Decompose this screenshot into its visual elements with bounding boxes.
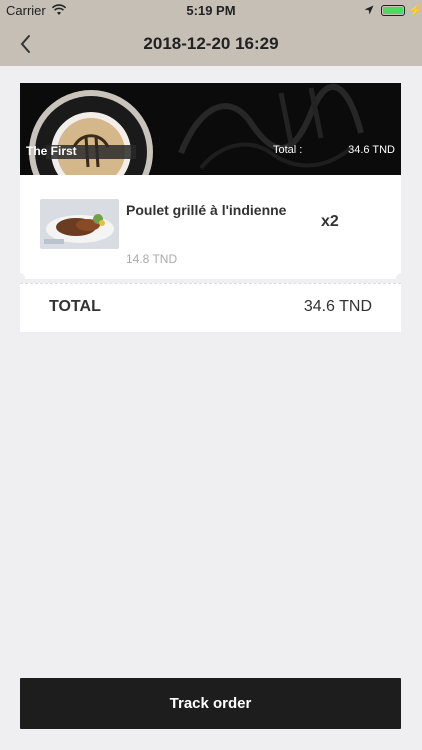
- item-price: 14.8 TND: [126, 252, 178, 266]
- battery-icon: [381, 5, 405, 16]
- ticket-notch-right: [396, 273, 406, 283]
- restaurant-logo: [29, 90, 153, 175]
- nav-bar: 2018-12-20 16:29: [0, 22, 422, 66]
- page-title: 2018-12-20 16:29: [143, 34, 279, 53]
- restaurant-name: The First: [26, 144, 77, 158]
- order-card: The First Total : 34.6 TND Poulet grillé…: [15, 83, 406, 333]
- order-total-summary: TOTAL 34.6 TND: [20, 283, 401, 332]
- item-thumbnail: [40, 199, 119, 249]
- status-time: 5:19 PM: [186, 3, 236, 18]
- charging-bolt-icon: ⚡: [408, 3, 422, 17]
- summary-total-label: TOTAL: [49, 298, 101, 315]
- banner-script-decoration: [178, 84, 364, 170]
- order-items-list: Poulet grillé à l'indienne x2 14.8 TND: [20, 175, 401, 279]
- battery-fill: [383, 7, 403, 14]
- location-arrow-icon: [364, 5, 374, 15]
- summary-total-value: 34.6 TND: [303, 298, 372, 315]
- food-image: [40, 199, 119, 249]
- banner-total-label: Total :: [273, 144, 303, 156]
- status-bar: Carrier 5:19 PM ⚡: [0, 0, 422, 22]
- item-quantity: x2: [321, 213, 339, 230]
- track-order-button[interactable]: Track order: [20, 678, 401, 729]
- banner-total-value: 34.6 TND: [348, 144, 395, 156]
- restaurant-banner: The First Total : 34.6 TND: [20, 83, 401, 175]
- ticket-notch-left: [15, 273, 25, 283]
- item-name: Poulet grillé à l'indienne: [126, 202, 287, 218]
